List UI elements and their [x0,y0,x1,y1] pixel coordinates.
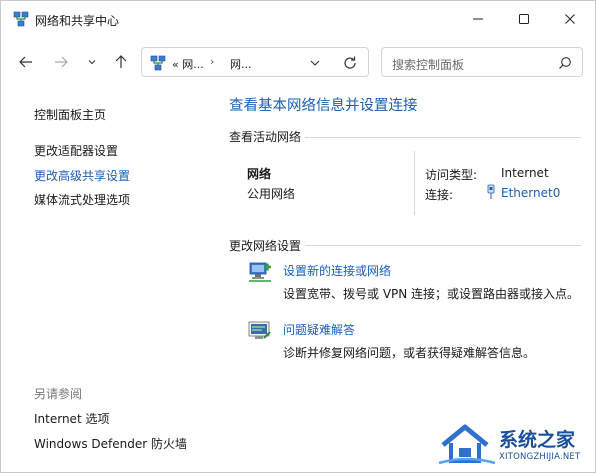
change-network-settings-heading: 更改网络设置 [229,239,302,253]
active-networks-heading: 查看活动网络 [229,130,302,144]
sidebar-item-control-panel-home[interactable]: 控制面板主页 [34,106,106,123]
arrow-left-icon [19,56,32,68]
watermark-title: 系统之家 [499,429,576,451]
network-location-icon [150,55,166,71]
site-watermark: 系统之家 XITONGZHIJIA.NET [437,421,593,471]
window-title: 网络和共享中心 [35,14,120,28]
network-sharing-center-window: 网络和共享中心 « 网... › 网... 搜索控制面板 控制面板主页 更改适配… [0,0,596,473]
arrow-up-icon [115,55,127,68]
troubleshoot-problems-link[interactable]: 问题疑难解答 [283,321,355,338]
setup-new-connection-link[interactable]: 设置新的连接或网络 [283,262,391,279]
see-also-heading: 另请参阅 [34,387,83,401]
search-icon[interactable] [558,56,572,70]
chevron-down-icon [88,60,96,65]
section-divider [305,245,581,246]
access-type-label: 访问类型: [425,168,478,182]
minimize-button[interactable] [455,1,501,37]
chevron-down-icon [310,60,320,66]
back-button[interactable] [15,51,37,73]
new-connection-icon [247,259,273,285]
left-navigation-pane: 控制面板主页 更改适配器设置 更改高级共享设置 媒体流式处理选项 另请参阅 In… [1,91,211,473]
page-title: 查看基本网络信息并设置连接 [229,98,418,114]
breadcrumb-separator[interactable]: › [210,55,214,68]
minimize-icon [473,18,483,20]
ethernet-icon [485,184,497,200]
refresh-icon [344,56,356,69]
sidebar-item-change-adapter-settings[interactable]: 更改适配器设置 [34,142,118,159]
address-dropdown-button[interactable] [308,56,322,70]
house-logo-icon [438,424,496,465]
connections-label: 连接: [425,188,454,202]
maximize-icon [519,14,529,24]
refresh-button[interactable] [342,55,358,71]
ethernet0-connection-link[interactable]: Ethernet0 [501,186,560,200]
setup-new-connection-description: 设置宽带、拨号或 VPN 连接；或设置路由器或接入点。 [283,287,580,301]
network-divider [414,151,415,215]
address-breadcrumb-2[interactable]: 网... [230,56,252,72]
title-bar[interactable]: 网络和共享中心 [1,1,595,37]
arrow-right-icon [55,56,68,68]
troubleshoot-icon [247,318,273,344]
network-app-icon [13,11,29,27]
recent-locations-button[interactable] [81,51,103,73]
close-button[interactable] [547,1,593,37]
section-divider [305,137,581,138]
forward-button[interactable] [50,51,72,73]
up-button[interactable] [110,51,132,73]
address-breadcrumb-1[interactable]: « 网... [172,56,204,72]
address-bar[interactable]: « 网... › 网... [141,47,369,77]
maximize-button[interactable] [501,1,547,37]
watermark-url: XITONGZHIJIA.NET [499,452,581,462]
navigation-bar: « 网... › 网... 搜索控制面板 [1,45,595,79]
search-placeholder: 搜索控制面板 [392,58,465,72]
search-input[interactable]: 搜索控制面板 [381,47,583,77]
access-type-value: Internet [501,166,549,180]
troubleshoot-problems-description: 诊断并修复网络问题，或者获得疑难解答信息。 [283,346,536,360]
network-name: 网络 [247,167,272,181]
sidebar-item-internet-options[interactable]: Internet 选项 [34,410,109,427]
sidebar-item-change-advanced-sharing[interactable]: 更改高级共享设置 [34,167,130,184]
sidebar-item-windows-defender-firewall[interactable]: Windows Defender 防火墙 [34,435,187,452]
sidebar-item-media-streaming[interactable]: 媒体流式处理选项 [34,191,130,208]
close-icon [565,14,575,24]
network-category[interactable]: 公用网络 [247,185,295,202]
